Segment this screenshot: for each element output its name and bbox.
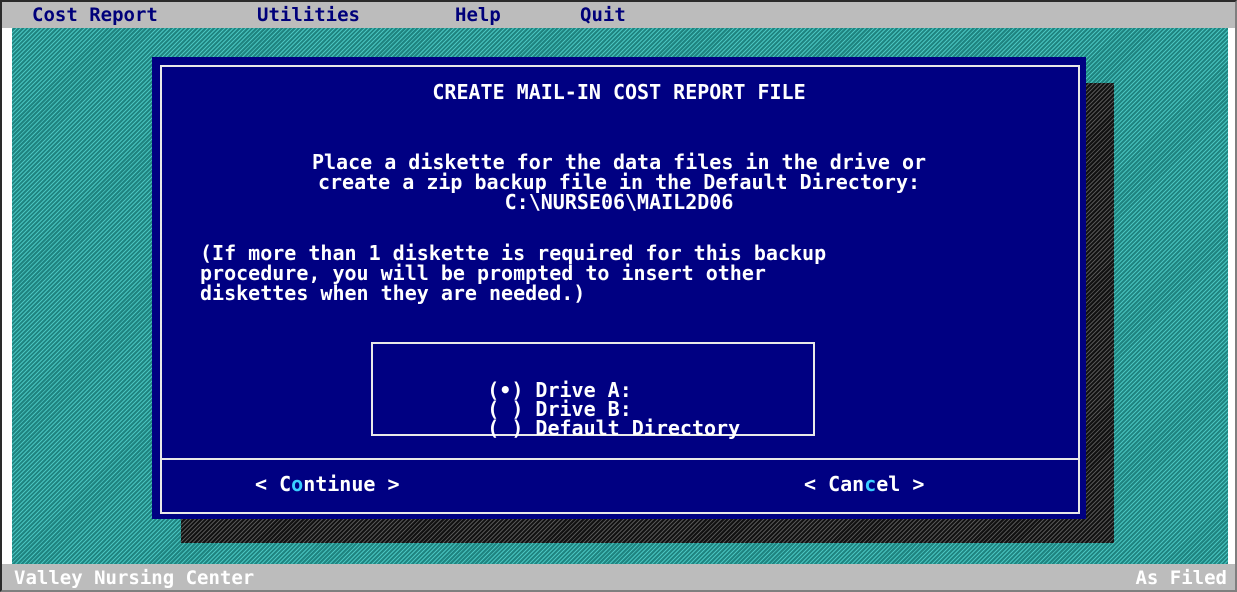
create-mail-in-dialog: CREATE MAIL-IN COST REPORT FILE Place a … [152,57,1086,519]
option-default-directory[interactable]: ( ) Default Directory [415,395,740,461]
status-facility-name: Valley Nursing Center [14,567,255,589]
menu-quit[interactable]: Quit [580,3,626,27]
button-text: Can [828,472,865,496]
button-bracket: > [900,472,925,496]
button-text: ntinue [303,472,376,496]
status-bar: Valley Nursing Center As Filed [2,564,1235,590]
cancel-button[interactable]: < Cancel > [804,473,924,495]
continue-button[interactable]: < Continue > [255,473,400,495]
hotkey-letter: o [291,472,304,496]
button-bracket: > [375,472,400,496]
button-bracket: < [255,472,280,496]
dialog-title: CREATE MAIL-IN COST REPORT FILE [432,80,806,104]
hotkey-letter: c [864,472,877,496]
status-filing-mode: As Filed [1135,567,1227,589]
menu-bar: Cost Report Utilities Help Quit [2,2,1235,28]
menu-utilities[interactable]: Utilities [257,3,360,27]
note-line-3: diskettes when they are needed.) [200,281,586,305]
menu-help[interactable]: Help [455,3,501,27]
button-separator [160,458,1080,460]
default-directory-path: C:\NURSE06\MAIL2D06 [504,190,734,214]
button-text: el [876,472,901,496]
option-label: Default Directory [535,416,741,440]
radio-unselected[interactable]: ( ) [487,416,523,440]
button-text: C [279,472,292,496]
menu-cost-report[interactable]: Cost Report [32,3,158,27]
drive-options-group: (•) Drive A: ( ) Drive B: ( ) Default Di… [371,342,815,439]
button-bracket: < [804,472,829,496]
